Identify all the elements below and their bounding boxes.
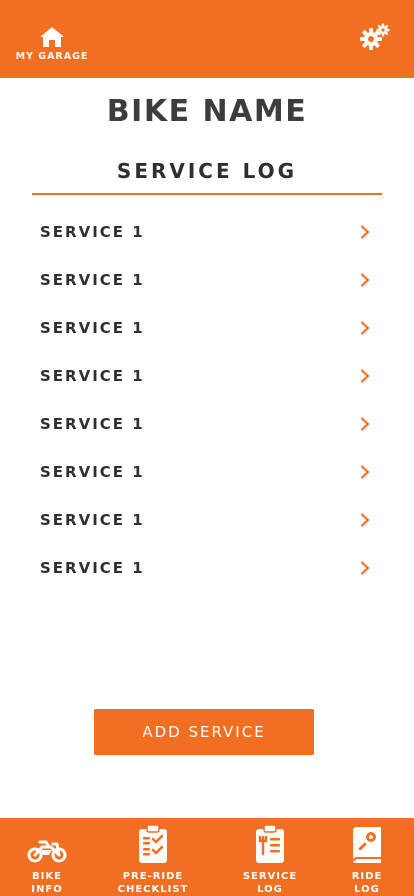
service-list-item[interactable]: SERVICE 1 <box>32 208 382 256</box>
nav-pre-ride-checklist[interactable]: PRE-RIDE CHECKLIST <box>111 818 195 896</box>
chevron-right-icon <box>360 561 370 575</box>
service-item-label: SERVICE 1 <box>40 415 145 433</box>
heading-divider <box>32 193 382 195</box>
nav-ride-log[interactable]: RIDE LOG <box>340 818 394 896</box>
nav-pre-ride-checklist-label: PRE-RIDE CHECKLIST <box>117 871 189 895</box>
home-icon <box>40 27 64 47</box>
service-item-label: SERVICE 1 <box>40 511 145 529</box>
top-bar: MY GARAGE <box>0 0 414 78</box>
service-list-item[interactable]: SERVICE 1 <box>32 544 382 592</box>
service-clipboard-icon <box>256 824 284 863</box>
ride-book-icon <box>353 827 381 863</box>
nav-bike-info[interactable]: BIKE INFO <box>17 818 77 896</box>
chevron-right-icon <box>360 417 370 431</box>
service-list: SERVICE 1 SERVICE 1 SERVICE 1 SERVICE 1 … <box>32 208 382 592</box>
service-list-item[interactable]: SERVICE 1 <box>32 496 382 544</box>
my-garage-button[interactable]: MY GARAGE <box>10 26 94 66</box>
service-list-item[interactable]: SERVICE 1 <box>32 304 382 352</box>
bottom-nav: BIKE INFO PRE-RIDE CHECKLIST SERVICE LOG… <box>0 818 414 896</box>
my-garage-label: MY GARAGE <box>15 51 89 62</box>
chevron-right-icon <box>360 513 370 527</box>
chevron-right-icon <box>360 225 370 239</box>
service-item-label: SERVICE 1 <box>40 367 145 385</box>
service-item-label: SERVICE 1 <box>40 223 145 241</box>
service-list-item[interactable]: SERVICE 1 <box>32 448 382 496</box>
motorcycle-icon <box>27 840 67 863</box>
service-log-heading: SERVICE LOG <box>116 159 298 183</box>
checklist-icon <box>139 824 167 863</box>
nav-service-log-label: SERVICE LOG <box>242 871 298 895</box>
chevron-right-icon <box>360 465 370 479</box>
chevron-right-icon <box>360 273 370 287</box>
gears-icon[interactable] <box>360 23 390 51</box>
service-item-label: SERVICE 1 <box>40 463 145 481</box>
chevron-right-icon <box>360 321 370 335</box>
bike-name-title: BIKE NAME <box>106 94 308 129</box>
nav-service-log[interactable]: SERVICE LOG <box>236 818 304 896</box>
nav-bike-info-label: BIKE INFO <box>31 871 63 895</box>
add-service-button[interactable]: ADD SERVICE <box>94 709 314 755</box>
nav-ride-log-label: RIDE LOG <box>351 871 383 895</box>
service-item-label: SERVICE 1 <box>40 559 145 577</box>
service-list-item[interactable]: SERVICE 1 <box>32 352 382 400</box>
service-list-item[interactable]: SERVICE 1 <box>32 256 382 304</box>
service-item-label: SERVICE 1 <box>40 319 145 337</box>
service-list-item[interactable]: SERVICE 1 <box>32 400 382 448</box>
chevron-right-icon <box>360 369 370 383</box>
service-item-label: SERVICE 1 <box>40 271 145 289</box>
